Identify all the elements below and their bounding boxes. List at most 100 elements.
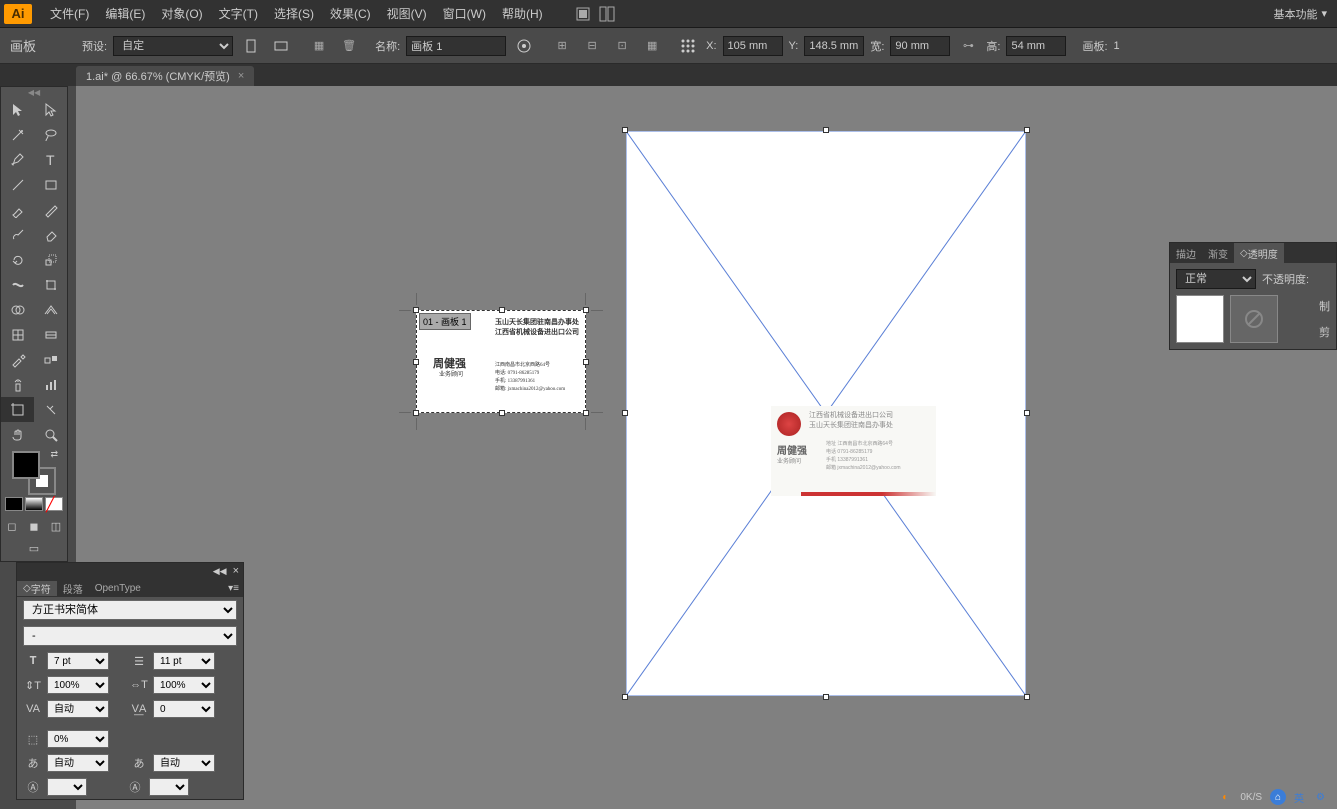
- arrange-icon[interactable]: [595, 4, 619, 24]
- align-icon-3[interactable]: ⊡: [610, 36, 634, 56]
- font-style-select[interactable]: -: [23, 626, 237, 646]
- artboard-small[interactable]: 01 - 画板 1 玉山天长集团驻南昌办事处 江西省机械设备进出口公司 周健强 …: [416, 310, 586, 413]
- font-size-input[interactable]: 7 pt: [47, 652, 109, 670]
- leading-input[interactable]: 11 pt: [153, 652, 215, 670]
- swap-fill-stroke-icon[interactable]: ⇄: [50, 449, 58, 460]
- new-artboard-icon[interactable]: ▦: [307, 36, 331, 56]
- char-extra-1[interactable]: [47, 778, 87, 796]
- char-extra-2[interactable]: [149, 778, 189, 796]
- draw-behind-icon[interactable]: ◼: [24, 517, 44, 535]
- zoom-tool[interactable]: [34, 422, 67, 447]
- fill-stroke-swatch[interactable]: ⇄: [12, 451, 56, 495]
- align-icon-2[interactable]: ⊟: [580, 36, 604, 56]
- rectangle-tool[interactable]: [34, 172, 67, 197]
- delete-artboard-icon[interactable]: 🗑: [337, 36, 361, 56]
- ime-lang[interactable]: 英: [1290, 788, 1308, 807]
- menu-object[interactable]: 对象(O): [153, 5, 210, 22]
- name-input[interactable]: [406, 36, 506, 56]
- menu-type[interactable]: 文字(T): [211, 5, 266, 22]
- lasso-tool[interactable]: [34, 122, 67, 147]
- gradient-tool[interactable]: [34, 322, 67, 347]
- bridge-icon[interactable]: [571, 4, 595, 24]
- rotate-tool[interactable]: [1, 247, 34, 272]
- orient-landscape-icon[interactable]: [269, 36, 293, 56]
- artboard-tool[interactable]: [1, 397, 34, 422]
- tab-opentype[interactable]: OpenType: [89, 583, 147, 594]
- align-icon-4[interactable]: ▦: [640, 36, 664, 56]
- collapse-tools-icon[interactable]: ◀◀: [1, 87, 67, 97]
- blend-mode-select[interactable]: 正常: [1176, 269, 1256, 289]
- network-icon[interactable]: ◐: [1218, 790, 1232, 805]
- line-tool[interactable]: [1, 172, 34, 197]
- pencil-tool[interactable]: [34, 197, 67, 222]
- hand-tool[interactable]: [1, 422, 34, 447]
- aki-input[interactable]: 自动: [153, 754, 215, 772]
- transparency-thumb[interactable]: [1176, 295, 1224, 343]
- ime-extra-icon[interactable]: ⚙: [1312, 790, 1329, 805]
- type-tool[interactable]: T: [34, 147, 67, 172]
- draw-normal-icon[interactable]: ◻: [2, 517, 22, 535]
- color-mode-none[interactable]: ╱: [45, 497, 63, 511]
- w-input[interactable]: [890, 36, 950, 56]
- workspace-switcher[interactable]: 基本功能▾: [1267, 6, 1333, 22]
- blob-brush-tool[interactable]: [1, 222, 34, 247]
- mesh-tool[interactable]: [1, 322, 34, 347]
- eyedropper-tool[interactable]: [1, 347, 34, 372]
- canvas-area[interactable]: 江西省机械设备进出口公司 玉山天长集团驻南昌办事处 周健强 业务顾问 地址 江西…: [76, 86, 1337, 809]
- fill-swatch[interactable]: [12, 451, 40, 479]
- make-mask-label[interactable]: 制: [1319, 298, 1330, 314]
- pen-tool[interactable]: [1, 147, 34, 172]
- magic-wand-tool[interactable]: [1, 122, 34, 147]
- baseline-input[interactable]: 0%: [47, 730, 109, 748]
- align-icon-1[interactable]: ⊞: [550, 36, 574, 56]
- link-wh-icon[interactable]: ⊶: [956, 36, 980, 56]
- perspective-grid-tool[interactable]: [34, 297, 67, 322]
- orient-portrait-icon[interactable]: [239, 36, 263, 56]
- tab-transparency[interactable]: ◇透明度: [1234, 243, 1284, 263]
- menu-window[interactable]: 窗口(W): [435, 5, 494, 22]
- color-mode-gradient[interactable]: [25, 497, 43, 511]
- panel-collapse-icon[interactable]: ◀◀: [213, 566, 227, 577]
- slice-tool[interactable]: [34, 397, 67, 422]
- tab-stroke[interactable]: 描边: [1170, 243, 1202, 263]
- artboard-linked-image[interactable]: 江西省机械设备进出口公司 玉山天长集团驻南昌办事处 周健强 业务顾问 地址 江西…: [626, 131, 1026, 696]
- ref-point-icon[interactable]: [676, 36, 700, 56]
- scale-tool[interactable]: [34, 247, 67, 272]
- menu-view[interactable]: 视图(V): [379, 5, 435, 22]
- kerning-input[interactable]: 自动: [47, 700, 109, 718]
- menu-select[interactable]: 选择(S): [266, 5, 322, 22]
- column-graph-tool[interactable]: [34, 372, 67, 397]
- menu-edit[interactable]: 编辑(E): [97, 5, 153, 22]
- menu-help[interactable]: 帮助(H): [494, 5, 551, 22]
- tracking-input[interactable]: 0: [153, 700, 215, 718]
- blend-tool[interactable]: [34, 347, 67, 372]
- eraser-tool[interactable]: [34, 222, 67, 247]
- hscale-input[interactable]: 100%: [153, 676, 215, 694]
- color-mode-solid[interactable]: [5, 497, 23, 511]
- tsume-input[interactable]: 自动: [47, 754, 109, 772]
- preset-select[interactable]: 自定: [113, 36, 233, 56]
- draw-inside-icon[interactable]: ◫: [46, 517, 66, 535]
- free-transform-tool[interactable]: [34, 272, 67, 297]
- ime-icon[interactable]: ⌂: [1270, 789, 1286, 805]
- font-family-select[interactable]: 方正书宋简体: [23, 600, 237, 620]
- vscale-input[interactable]: 100%: [47, 676, 109, 694]
- close-tab-icon[interactable]: ×: [238, 70, 244, 82]
- y-input[interactable]: [804, 36, 864, 56]
- shape-builder-tool[interactable]: [1, 297, 34, 322]
- x-input[interactable]: [723, 36, 783, 56]
- tab-character[interactable]: ◇字符: [17, 581, 57, 596]
- menu-effect[interactable]: 效果(C): [322, 5, 379, 22]
- panel-menu-icon[interactable]: ▾≡: [224, 583, 243, 594]
- panel-close-icon[interactable]: ×: [233, 565, 239, 577]
- artboard-options-icon[interactable]: [512, 36, 536, 56]
- direct-selection-tool[interactable]: [34, 97, 67, 122]
- paintbrush-tool[interactable]: [1, 197, 34, 222]
- h-input[interactable]: [1006, 36, 1066, 56]
- symbol-sprayer-tool[interactable]: [1, 372, 34, 397]
- screen-mode-icon[interactable]: ▭: [19, 539, 49, 557]
- width-tool[interactable]: [1, 272, 34, 297]
- tab-paragraph[interactable]: 段落: [57, 581, 89, 596]
- mask-thumb[interactable]: [1230, 295, 1278, 343]
- selection-tool[interactable]: [1, 97, 34, 122]
